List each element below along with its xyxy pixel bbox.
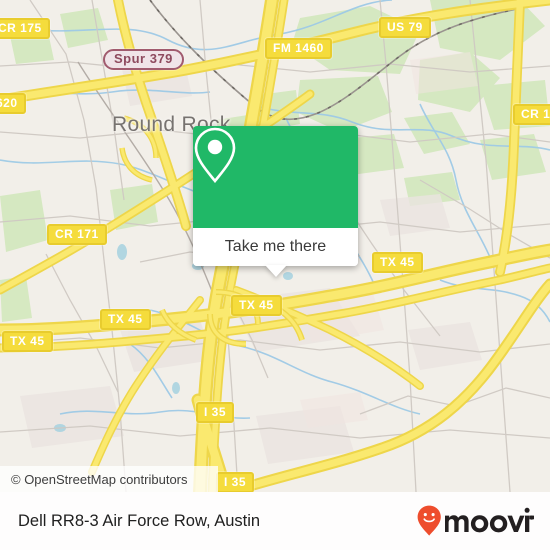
take-me-there-button[interactable]: Take me there xyxy=(193,228,358,266)
moovit-logo[interactable] xyxy=(416,504,550,538)
popup-pointer-tail xyxy=(264,265,287,277)
location-title: Dell RR8-3 Air Force Row, Austin xyxy=(18,511,261,530)
road-shield-620: 620 xyxy=(0,93,26,114)
road-shield-fm-1460: FM 1460 xyxy=(265,38,332,59)
attribution-text[interactable]: © OpenStreetMap contributors xyxy=(0,472,188,487)
road-shield-cr-171: CR 171 xyxy=(47,224,107,245)
map-canvas[interactable]: Round Rock CR 175 Spur 379 FM 1460 US 79… xyxy=(0,0,550,492)
moovit-text xyxy=(445,507,534,533)
moovit-map-screen: Round Rock CR 175 Spur 379 FM 1460 US 79… xyxy=(0,0,550,550)
map-attribution: © OpenStreetMap contributors xyxy=(0,466,550,492)
popup-image-panel xyxy=(193,126,358,228)
road-shield-tx-45-sw: TX 45 xyxy=(2,331,53,352)
road-shield-cr-12: CR 12 xyxy=(513,104,550,125)
road-shield-tx-45-c: TX 45 xyxy=(231,295,282,316)
road-shield-tx-45-w: TX 45 xyxy=(100,309,151,330)
location-popup[interactable]: Take me there xyxy=(193,126,358,277)
take-me-there-label: Take me there xyxy=(224,238,327,255)
road-shield-us-79: US 79 xyxy=(379,17,431,38)
moovit-pin-icon xyxy=(417,505,441,536)
footer-bar: Dell RR8-3 Air Force Row, Austin xyxy=(0,492,550,550)
road-shield-cr-175: CR 175 xyxy=(0,18,50,39)
road-shield-i-35-n: I 35 xyxy=(196,402,235,423)
road-shield-tx-45-e: TX 45 xyxy=(372,252,423,273)
road-shield-spur-379: Spur 379 xyxy=(103,49,184,70)
moovit-wordmark xyxy=(417,505,534,536)
